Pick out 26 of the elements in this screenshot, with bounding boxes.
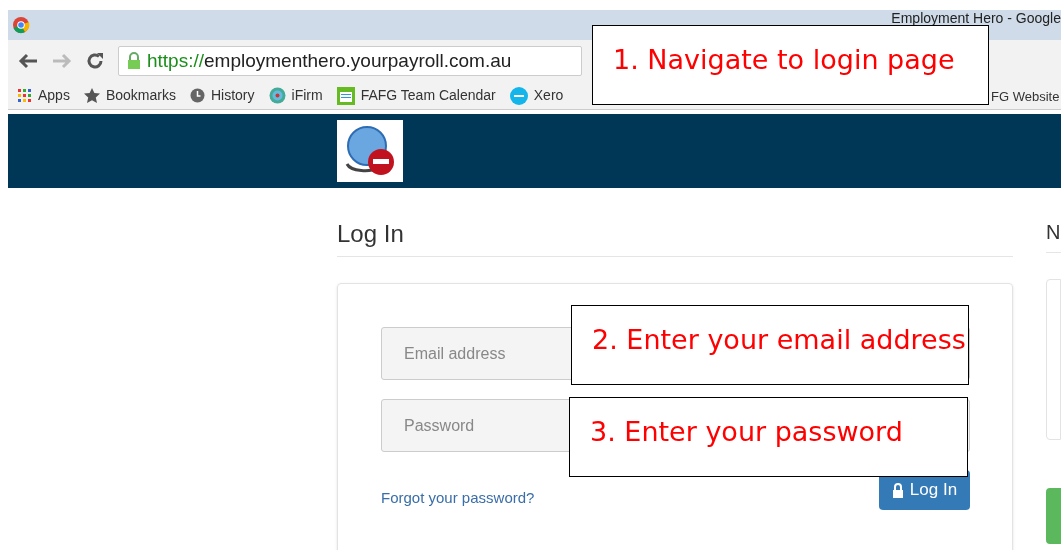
bookmark-link[interactable]: Xero (509, 85, 564, 106)
padlock-icon (891, 482, 904, 498)
bookmark-link[interactable]: FG Website (991, 87, 1060, 107)
globe-icon (268, 87, 286, 104)
url-text: https://employmenthero.yourpayroll.com.au (147, 48, 512, 73)
clock-icon (189, 88, 205, 103)
back-icon[interactable] (18, 53, 38, 69)
instruction-tooltip: 2. Enter your email address (571, 305, 969, 385)
bookmark-link[interactable]: Apps (18, 85, 70, 106)
bookmark-link[interactable]: iFirm (268, 85, 323, 106)
instruction-tooltip: 1. Navigate to login page (592, 25, 989, 105)
bookmark-link[interactable]: History (189, 85, 255, 106)
browser-logo-icon (12, 16, 30, 34)
forgot-password-link[interactable]: Forgot your password? (381, 487, 535, 510)
reload-icon[interactable] (86, 52, 104, 70)
bookmark-link[interactable]: FAFG Team Calendar (336, 85, 496, 106)
login-heading: Log In (337, 219, 405, 249)
window-title: Employment Hero - Google (891, 11, 1061, 25)
instruction-tooltip: 3. Enter your password (569, 397, 968, 477)
calendar-icon (336, 86, 355, 105)
padlock-icon (127, 52, 141, 70)
bookmark-link[interactable]: Bookmarks (83, 85, 176, 106)
star-icon (83, 88, 100, 103)
address-bar[interactable]: https://employmenthero.yourpayroll.com.au (118, 46, 582, 76)
apps-grid-icon (18, 88, 32, 103)
side-heading: N (1046, 220, 1061, 245)
